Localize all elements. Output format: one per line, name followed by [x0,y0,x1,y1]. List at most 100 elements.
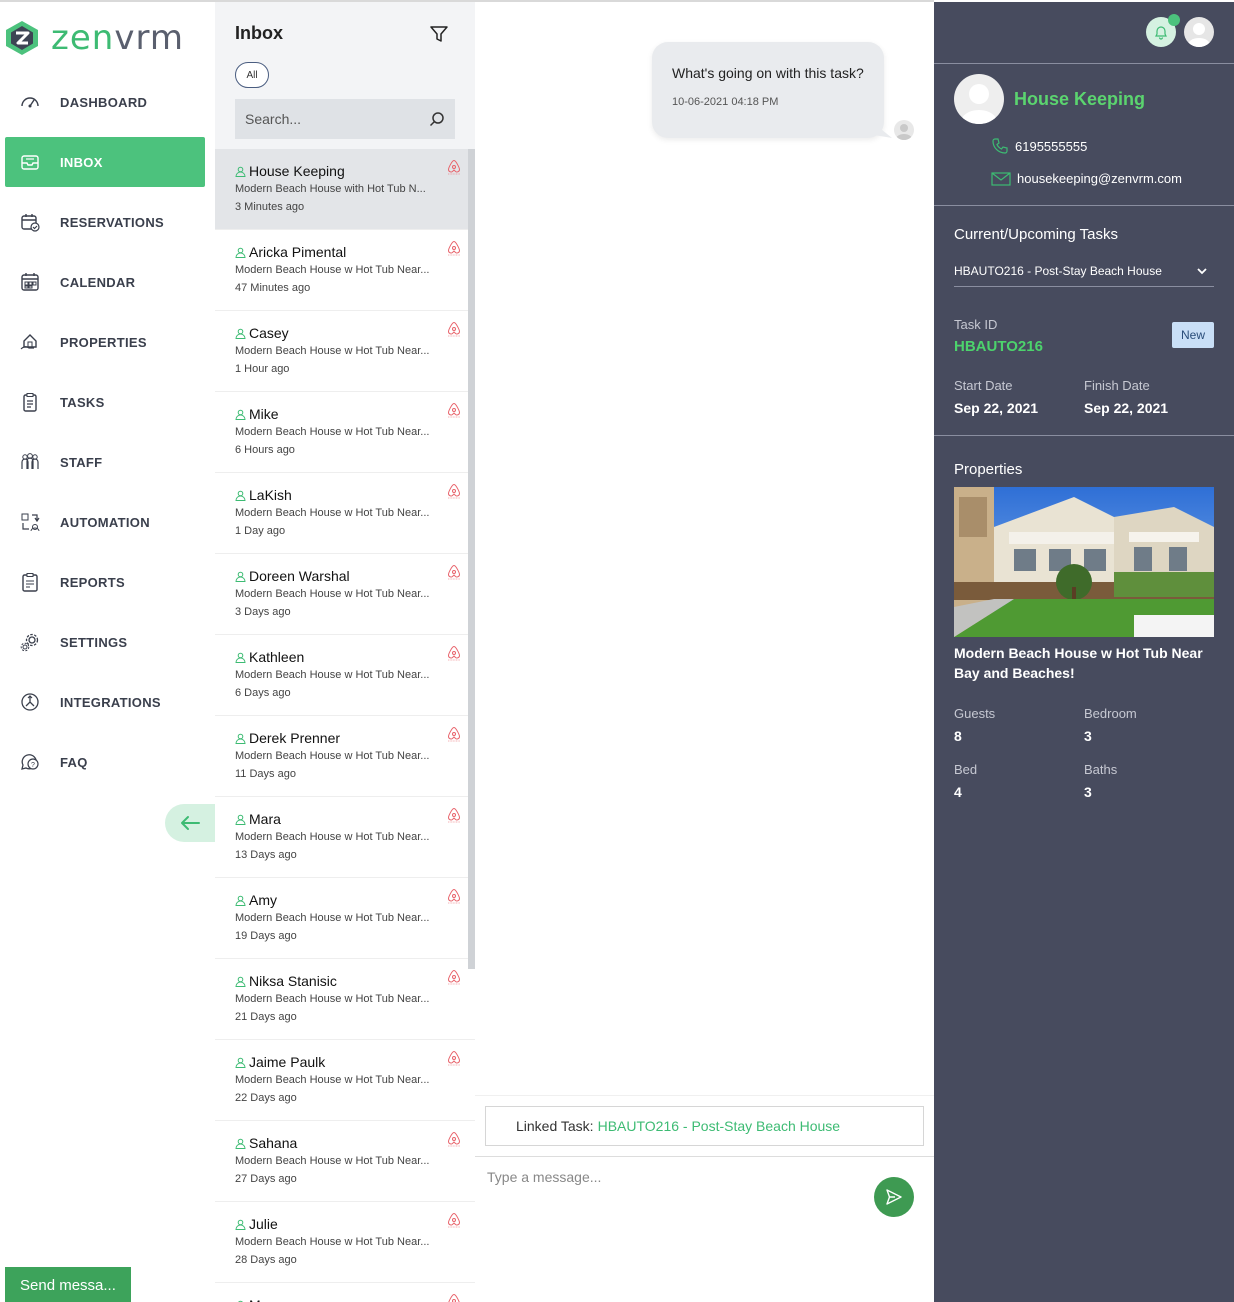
sidebar-item-inbox[interactable]: INBOX [5,137,205,187]
conversation-name-row: Jaime Paulk [235,1053,455,1071]
airbnb-icon [447,888,461,904]
property-name[interactable]: Modern Beach House w Hot Tub Near Bay an… [954,643,1214,683]
sidebar-item-settings[interactable]: SETTINGS [5,617,205,667]
conversation-item[interactable]: Mike Modern Beach House w Hot Tub Near...… [215,392,475,473]
conversation-name-row: Megan [235,1296,455,1302]
scrollbar[interactable] [468,149,475,969]
task-select[interactable]: HBAUTO216 - Post-Stay Beach House [954,255,1214,287]
composer-divider [475,1095,934,1096]
conversation-name-row: Niksa Stanisic [235,972,455,990]
message-bubble: What's going on with this task? 10-06-20… [652,42,884,138]
airbnb-icon [448,1293,460,1302]
conversation-name-row: Mara [235,810,455,828]
message-input[interactable] [487,1165,867,1189]
user-icon [235,1219,246,1230]
inbox-panel: Inbox All House Keeping Modern Beach Hous… [215,2,475,1302]
logo[interactable]: zenvrm [5,18,184,58]
svg-text:?: ? [31,762,35,769]
user-icon [235,1057,246,1068]
airbnb-icon [447,726,461,742]
contact-email: housekeeping@zenvrm.com [991,170,1182,186]
conversation-item[interactable]: House Keeping Modern Beach House with Hot… [215,149,475,230]
sidebar-item-integrations[interactable]: INTEGRATIONS [5,677,205,727]
linked-task-label: Linked Task: [516,1118,594,1134]
sidebar-item-automation[interactable]: AUTOMATION [5,497,205,547]
email-address[interactable]: housekeeping@zenvrm.com [1017,171,1182,186]
sidebar-item-staff[interactable]: STAFF [5,437,205,487]
conversation-item[interactable]: Kathleen Modern Beach House w Hot Tub Nea… [215,635,475,716]
conversation-property: Modern Beach House w Hot Tub Near... [235,993,430,1005]
conversation-item[interactable]: Megan [215,1283,475,1302]
sidebar-item-reports[interactable]: REPORTS [5,557,205,607]
filter-icon[interactable] [430,25,448,43]
conversation-time: 3 Minutes ago [235,201,305,213]
conversation-property: Modern Beach House w Hot Tub Near... [235,831,430,843]
conversation-item[interactable]: Casey Modern Beach House w Hot Tub Near..… [215,311,475,392]
airbnb-icon [447,807,461,823]
faq-icon: ? [21,754,39,770]
conversation-name: Amy [249,892,277,908]
arrow-left-icon [181,816,200,830]
people-icon [21,453,39,469]
user-icon [235,976,246,987]
sidebar-item-dashboard[interactable]: DASHBOARD [5,77,205,127]
sidebar-item-label: DASHBOARD [60,94,148,110]
conversation-item[interactable]: Mara Modern Beach House w Hot Tub Near...… [215,797,475,878]
sidebar-item-faq[interactable]: ? FAQ [5,737,205,787]
conversation-time: 19 Days ago [235,930,297,942]
baths-label: Baths [1084,762,1118,777]
airbnb-icon [447,483,461,499]
linked-task-link[interactable]: HBAUTO216 - Post-Stay Beach House [598,1118,841,1134]
filter-all-pill[interactable]: All [235,62,269,88]
property-image[interactable] [954,487,1214,637]
collapse-sidebar-button[interactable] [165,804,215,842]
send-icon [886,1189,902,1205]
sidebar-item-label: PROPERTIES [60,334,147,350]
bed-label: Bed [954,762,978,777]
status-badge: New [1172,322,1214,348]
airbnb-icon [447,645,461,661]
conversation-time: 6 Hours ago [235,444,295,456]
conversation-item[interactable]: Sahana Modern Beach House w Hot Tub Near.… [215,1121,475,1202]
guests-value: 8 [954,728,962,744]
conversation-time: 21 Days ago [235,1011,297,1023]
conversation-item[interactable]: Amy Modern Beach House w Hot Tub Near... 1… [215,878,475,959]
conversation-property: Modern Beach House w Hot Tub Near... [235,912,430,924]
report-icon [22,573,38,592]
airbnb-icon [447,1050,461,1066]
airbnb-icon [447,969,461,985]
sidebar-item-reservations[interactable]: RESERVATIONS [5,197,205,247]
conversation-item[interactable]: Julie Modern Beach House w Hot Tub Near..… [215,1202,475,1283]
airbnb-icon [447,1212,461,1228]
conversation-item[interactable]: LaKish Modern Beach House w Hot Tub Near.… [215,473,475,554]
search-icon[interactable] [429,111,445,127]
sidebar-item-label: SETTINGS [60,634,128,650]
user-avatar-icon [896,124,912,140]
conversation-name: Mike [249,406,279,422]
conversation-item[interactable]: Derek Prenner Modern Beach House w Hot Tu… [215,716,475,797]
phone-icon [992,138,1008,154]
sidebar-item-tasks[interactable]: TASKS [5,377,205,427]
user-menu-avatar[interactable] [1184,17,1214,47]
inbox-icon [21,155,39,170]
conversation-item[interactable]: Aricka Pimental Modern Beach House w Hot … [215,230,475,311]
send-message-button[interactable]: Send messa... [5,1267,131,1302]
conversation-item[interactable]: Doreen Warshal Modern Beach House w Hot T… [215,554,475,635]
send-button[interactable] [874,1177,914,1217]
sidebar-nav: DASHBOARD INBOX RESERVATIONS CALENDAR PROPER… [5,77,205,797]
sidebar-item-properties[interactable]: PROPERTIES [5,317,205,367]
airbnb-icon [447,564,461,580]
conversation-item[interactable]: Niksa Stanisic Modern Beach House w Hot T… [215,959,475,1040]
conversation-item[interactable]: Jaime Paulk Modern Beach House w Hot Tub … [215,1040,475,1121]
user-icon [235,328,246,339]
search-input[interactable] [245,111,425,127]
task-select-value: HBAUTO216 - Post-Stay Beach House [954,263,1162,278]
user-icon [235,733,246,744]
conversation-time: 27 Days ago [235,1173,297,1185]
contact-phone: 6195555555 [991,137,1087,155]
user-icon [235,1138,246,1149]
sidebar-item-calendar[interactable]: CALENDAR [5,257,205,307]
user-avatar-icon [1188,23,1210,47]
conversation-name-row: Aricka Pimental [235,243,455,261]
divider [934,205,1234,206]
